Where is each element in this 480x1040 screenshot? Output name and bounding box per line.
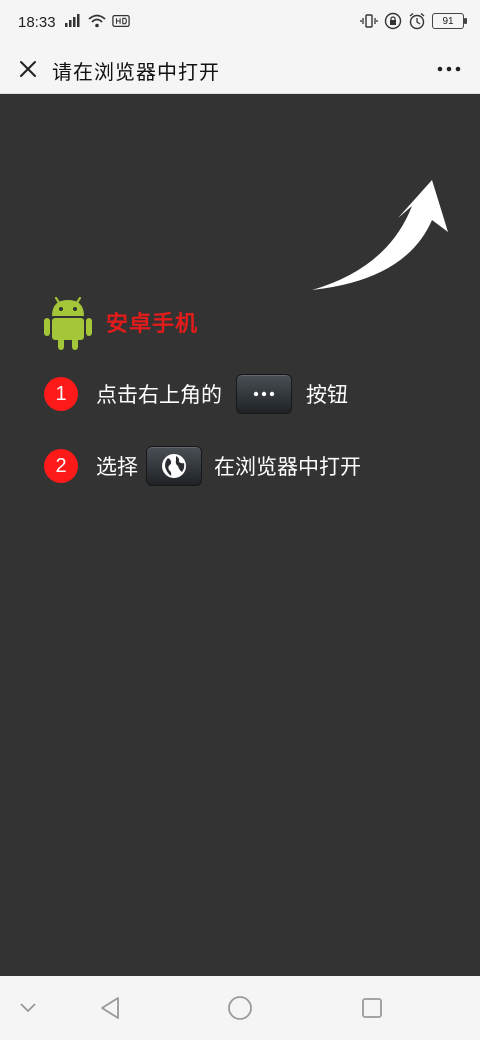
android-label: 安卓手机 xyxy=(106,312,199,337)
close-icon xyxy=(20,61,36,77)
lock-rotation-icon xyxy=(384,12,402,30)
hd-icon xyxy=(112,12,130,30)
step-1: 1 点击右上角的 按钮 xyxy=(44,374,348,414)
android-icon xyxy=(44,296,92,350)
home-button[interactable] xyxy=(226,994,254,1022)
signal-icon xyxy=(64,12,82,30)
chevron-down-icon xyxy=(20,1003,36,1013)
step-1-text-before: 点击右上角的 xyxy=(96,383,222,407)
battery-indicator: 91 xyxy=(432,13,467,29)
step-1-text-after: 按钮 xyxy=(306,383,348,407)
battery-level: 91 xyxy=(442,15,454,27)
globe-icon xyxy=(162,454,186,478)
curved-arrow-icon xyxy=(312,180,448,290)
alarm-icon xyxy=(408,12,426,30)
more-options-button[interactable] xyxy=(434,56,464,82)
status-bar: 18:33 91 xyxy=(0,0,480,44)
more-button-illustration xyxy=(236,374,292,414)
status-time: 18:33 xyxy=(18,14,56,31)
more-dots-icon xyxy=(253,391,275,397)
wifi-icon xyxy=(88,12,106,30)
recents-button[interactable] xyxy=(358,994,386,1022)
step-2: 2 选择 在浏览器中打开 xyxy=(44,446,361,486)
recents-icon xyxy=(362,998,382,1018)
title-bar: 请在浏览器中打开 xyxy=(0,44,480,94)
status-icons-right: 91 xyxy=(360,12,467,30)
home-icon xyxy=(228,996,252,1020)
vibrate-icon xyxy=(360,12,378,30)
step-2-text-after: 在浏览器中打开 xyxy=(214,455,361,479)
back-button[interactable] xyxy=(96,994,124,1022)
step-2-number: 2 xyxy=(44,449,78,483)
status-icons-left xyxy=(64,12,130,30)
page-title: 请在浏览器中打开 xyxy=(52,60,220,84)
more-dots-icon xyxy=(437,66,461,72)
step-1-number: 1 xyxy=(44,377,78,411)
hide-nav-button[interactable] xyxy=(14,994,42,1022)
navigation-bar xyxy=(0,976,480,1040)
android-section: 安卓手机 xyxy=(44,294,198,350)
back-icon xyxy=(101,997,119,1019)
browser-button-illustration xyxy=(146,446,202,486)
open-in-browser-guide: 安卓手机 1 点击右上角的 按钮 2 选择 在浏览器中打开 xyxy=(0,94,480,976)
close-button[interactable] xyxy=(14,55,42,83)
step-2-text-before: 选择 xyxy=(96,455,138,479)
